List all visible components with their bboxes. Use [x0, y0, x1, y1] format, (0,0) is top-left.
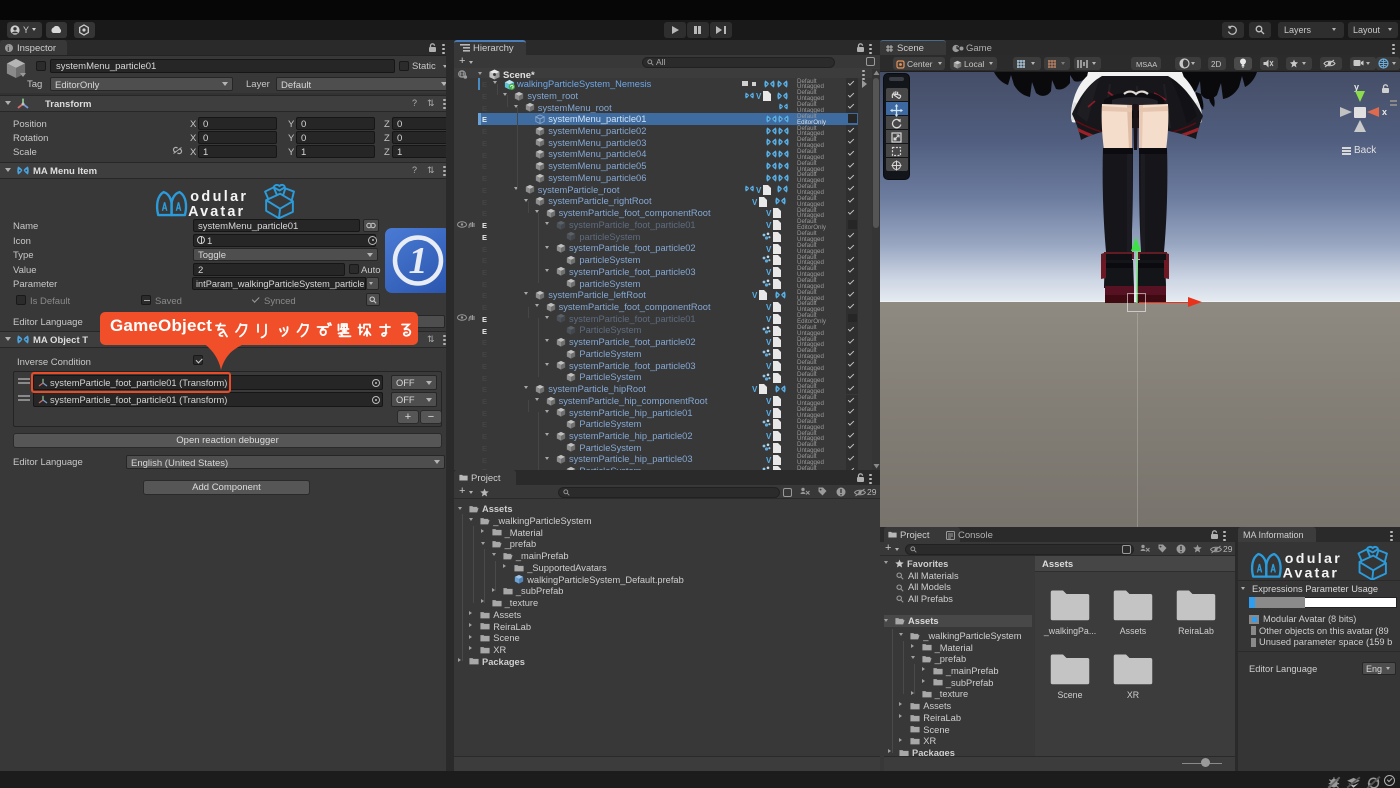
svg-text:odular: odular: [190, 189, 248, 205]
svg-text:Avatar: Avatar: [1283, 566, 1339, 581]
svg-text:odular: odular: [1285, 551, 1342, 567]
svg-text:Avatar: Avatar: [188, 204, 245, 219]
svg-text:1: 1: [409, 240, 428, 282]
